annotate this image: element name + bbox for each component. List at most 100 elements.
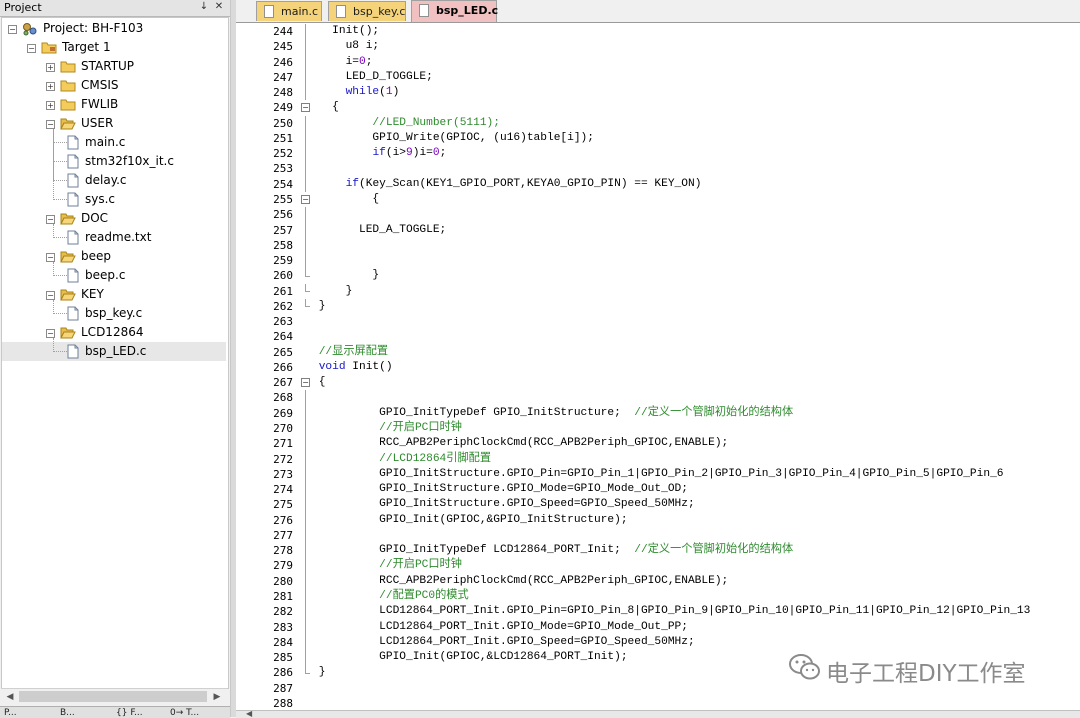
tab-bsp-key-c[interactable]: bsp_key.c	[328, 1, 406, 21]
line-number: 258	[273, 238, 293, 252]
line-number: 262	[273, 299, 293, 313]
collapse-icon[interactable]: −	[46, 291, 55, 300]
code-line: }	[312, 665, 326, 680]
tree-node-startup[interactable]: + STARTUP	[2, 57, 226, 76]
tree-node-beep[interactable]: − beep	[2, 247, 226, 266]
tree-node-label: beep.c	[85, 268, 126, 282]
collapse-icon[interactable]: −	[8, 25, 17, 34]
fold-guide	[305, 253, 306, 269]
fold-guide	[305, 222, 306, 238]
collapse-icon[interactable]: −	[46, 253, 55, 262]
tree-node-bsp-key-c[interactable]: bsp_key.c	[2, 304, 226, 323]
folder-icon	[60, 98, 76, 111]
tree-node-label: LCD12864	[81, 325, 144, 339]
line-number: 286	[273, 666, 293, 680]
scroll-thumb[interactable]	[19, 691, 207, 702]
fold-margin: − − −	[298, 23, 312, 710]
expand-icon[interactable]: +	[46, 63, 55, 72]
tree-node-doc[interactable]: − DOC	[2, 209, 226, 228]
file-icon	[67, 268, 79, 283]
close-icon[interactable]: ✕	[213, 1, 225, 13]
target-folder-icon	[41, 41, 57, 54]
fold-guide	[305, 421, 306, 437]
line-number-gutter: 244 245 246 247 248 249 250 251 252 253 254 255 256 2…	[236, 23, 298, 710]
code-line: GPIO_Init(GPIOC,&LCD12864_PORT_Init);	[312, 650, 628, 665]
scroll-right-icon[interactable]: ▶	[209, 689, 225, 705]
pin-icon[interactable]: ↓	[198, 1, 210, 13]
tree-node-key[interactable]: − KEY	[2, 285, 226, 304]
tree-node-lcd12864[interactable]: − LCD12864	[2, 323, 226, 342]
tree-node-stm32f10x-it-c[interactable]: stm32f10x_it.c	[2, 152, 226, 171]
fold-toggle-icon[interactable]: −	[301, 194, 310, 204]
code-line: LED_A_TOGGLE;	[312, 223, 446, 238]
code-line: if(Key_Scan(KEY1_GPIO_PORT,KEYA0_GPIO_PI…	[312, 177, 702, 192]
tree-node-label: FWLIB	[81, 97, 119, 111]
tree-node-label: USER	[81, 116, 114, 130]
collapse-icon[interactable]: −	[46, 329, 55, 338]
code-area[interactable]: Init(); u8 i; i=0; LED_D_TOGGLE; while(1…	[312, 23, 1080, 710]
code-text: GPIO_Write(GPIOC, (u16)table[i]);	[312, 131, 594, 144]
code-editor[interactable]: 244 245 246 247 248 249 250 251 252 253 254 255 256 2…	[236, 23, 1080, 710]
line-number: 265	[273, 345, 293, 359]
tree-horizontal-scrollbar[interactable]: ◀ ▶	[1, 688, 227, 705]
line-number: 272	[273, 452, 293, 466]
tree-node-beep-c[interactable]: beep.c	[2, 266, 226, 285]
line-number: 244	[273, 25, 293, 38]
fold-guide	[305, 650, 306, 666]
code-comment: //开启PC口时钟	[312, 559, 462, 572]
tree-node-fwlib[interactable]: + FWLIB	[2, 95, 226, 114]
code-comment: //显示屏配置	[312, 345, 389, 358]
tree-node-user[interactable]: − USER	[2, 114, 226, 133]
tree-node-label: Project: BH-F103	[43, 21, 144, 35]
line-number: 266	[273, 360, 293, 374]
line-number: 284	[273, 635, 293, 649]
tab-bsp-led-c[interactable]: bsp_LED.c	[411, 0, 499, 22]
tree-node-bsp-led-c[interactable]: bsp_LED.c	[2, 342, 226, 361]
expand-icon[interactable]: +	[46, 82, 55, 91]
code-line: LCD12864_PORT_Init.GPIO_Pin=GPIO_Pin_8|G…	[312, 604, 1030, 619]
tab-label: bsp_LED.c	[436, 4, 499, 17]
tree-node-target-1[interactable]: − Target 1	[2, 38, 226, 57]
tree-node-project-bh-f103[interactable]: − Project: BH-F103	[2, 19, 226, 38]
line-number: 264	[273, 330, 293, 344]
code-text: GPIO_Init(GPIOC,&LCD12864_PORT_Init);	[312, 651, 628, 664]
fold-guide	[305, 497, 306, 513]
tree-node-readme-txt[interactable]: readme.txt	[2, 228, 226, 247]
fold-toggle-icon[interactable]: −	[301, 378, 310, 388]
tree-node-delay-c[interactable]: delay.c	[2, 171, 226, 190]
fold-guide	[305, 161, 306, 177]
file-icon	[67, 192, 79, 207]
code-line: GPIO_InitTypeDef GPIO_InitStructure; //定…	[312, 406, 793, 421]
code-number: 9	[406, 147, 413, 160]
line-number: 254	[273, 177, 293, 191]
line-number: 247	[273, 70, 293, 84]
line-number: 249	[273, 101, 293, 115]
line-number: 287	[273, 681, 293, 695]
watermark: 电子工程DIY工作室	[788, 652, 1026, 688]
tree-connector	[53, 338, 54, 352]
fold-toggle-icon[interactable]: −	[301, 103, 310, 113]
tree-node-main-c[interactable]: main.c	[2, 133, 226, 152]
file-icon	[67, 154, 79, 169]
fold-guide	[305, 390, 306, 406]
line-number: 275	[273, 498, 293, 512]
tree-node-label: STARTUP	[81, 59, 135, 73]
tree-connector	[53, 180, 67, 181]
collapse-icon[interactable]: −	[46, 120, 55, 129]
code-line: }	[312, 268, 379, 283]
code-text: LED_A_TOGGLE;	[312, 223, 447, 236]
fold-guide	[305, 54, 306, 70]
tab-main-c[interactable]: main.c	[256, 1, 322, 21]
tree-node-label: Target 1	[62, 40, 111, 54]
collapse-icon[interactable]: −	[46, 215, 55, 224]
code-line: RCC_APB2PeriphClockCmd(RCC_APB2Periph_GP…	[312, 436, 728, 451]
tree-node-sys-c[interactable]: sys.c	[2, 190, 226, 209]
line-number: 263	[273, 315, 293, 329]
code-line: LCD12864_PORT_Init.GPIO_Mode=GPIO_Mode_O…	[312, 620, 688, 635]
collapse-icon[interactable]: −	[27, 44, 36, 53]
scroll-left-icon[interactable]: ◀	[2, 689, 18, 705]
fold-guide	[305, 69, 306, 86]
expand-icon[interactable]: +	[46, 101, 55, 110]
tree-node-cmsis[interactable]: + CMSIS	[2, 76, 226, 95]
code-comment: //开启PC口时钟	[312, 422, 462, 435]
